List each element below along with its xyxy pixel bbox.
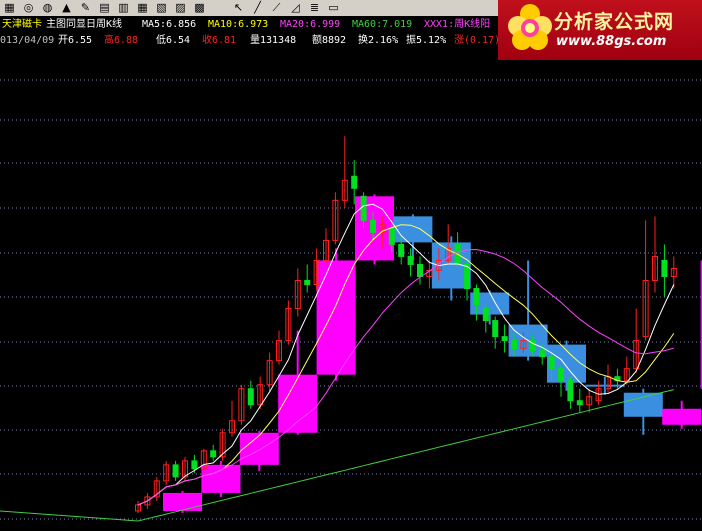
daily-candle-body bbox=[511, 340, 517, 350]
low-price: 低6.54 bbox=[156, 35, 191, 46]
line-icon[interactable]: ╱ bbox=[250, 1, 265, 15]
logo-title: 分析家公式网 bbox=[554, 11, 675, 33]
pen-icon[interactable]: ✎ bbox=[78, 1, 93, 15]
daily-candle-body bbox=[492, 320, 499, 338]
ma10-line bbox=[137, 224, 675, 506]
ma60-line bbox=[0, 389, 674, 522]
fan-icon[interactable]: ◿ bbox=[288, 1, 303, 15]
daily-candle-body bbox=[501, 336, 508, 342]
weekly-candle-body bbox=[585, 384, 625, 387]
grid-icon-5[interactable]: ▨ bbox=[173, 1, 188, 15]
weekly-candle-body bbox=[201, 464, 241, 493]
open-price: 开6.55 bbox=[58, 35, 93, 46]
daily-candle-body bbox=[304, 279, 311, 285]
amount-value: 额8892 bbox=[312, 35, 347, 46]
daily-candle-body bbox=[247, 388, 254, 406]
daily-candle-body bbox=[661, 259, 668, 277]
daily-candle-body bbox=[558, 368, 564, 382]
daily-candle-body bbox=[398, 243, 405, 257]
ma20-value: MA20:6.999 bbox=[280, 19, 341, 30]
grid-icon-3[interactable]: ▦ bbox=[135, 1, 150, 15]
weekly-candle-body bbox=[239, 432, 279, 465]
grid-icon[interactable]: ▤ bbox=[97, 1, 112, 15]
daily-candle-body bbox=[473, 287, 480, 306]
chart-mode-label: 主图同显日周K线 bbox=[46, 19, 123, 30]
ma10-value: MA10:6.973 bbox=[208, 19, 269, 30]
weekly-candle-body bbox=[316, 260, 356, 375]
rect-icon[interactable]: ▭ bbox=[326, 1, 341, 15]
daily-candle-body bbox=[191, 460, 198, 470]
grid-icon-6[interactable]: ▩ bbox=[192, 1, 207, 15]
weekly-candle-body bbox=[662, 408, 702, 425]
daily-candle-body bbox=[388, 227, 395, 245]
stock-name[interactable]: 天津磁卡 bbox=[2, 17, 42, 33]
weekly-candle-body bbox=[163, 492, 202, 511]
ray-icon[interactable]: ⟋ bbox=[269, 1, 284, 15]
weekly-candle-body bbox=[623, 392, 663, 417]
quote-date: 2013/04/09 bbox=[0, 35, 55, 46]
xxx1-value: XXX1:周K线阳 bbox=[424, 19, 491, 30]
high-price: 高6.88 bbox=[104, 35, 139, 46]
daily-candle-body bbox=[370, 219, 376, 233]
search-icon[interactable]: ◎ bbox=[21, 1, 36, 15]
alert-icon[interactable]: ▲ bbox=[59, 1, 74, 15]
chart-icon[interactable]: ▦ bbox=[2, 1, 17, 15]
ma5-line bbox=[137, 203, 675, 506]
close-price: 收6.81 bbox=[202, 35, 237, 46]
change-value: 涨(0.17) bbox=[454, 35, 501, 46]
flower-logo-icon bbox=[508, 4, 552, 50]
ma60-value: MA60:7.019 bbox=[352, 19, 413, 30]
daily-candle-body bbox=[548, 356, 555, 370]
daily-candle-body bbox=[482, 308, 489, 322]
amplitude-value: 振5.12% bbox=[406, 35, 447, 46]
cursor-icon[interactable]: ↖ bbox=[231, 1, 246, 15]
weekly-candle-body bbox=[278, 374, 318, 433]
daily-candle-body bbox=[567, 380, 574, 402]
grid-icon-2[interactable]: ▥ bbox=[116, 1, 131, 15]
channel-icon[interactable]: ≣ bbox=[307, 1, 322, 15]
daily-candle-body bbox=[417, 263, 423, 277]
daily-candle-body bbox=[539, 350, 546, 358]
daily-candle-body bbox=[172, 464, 179, 478]
palette-icon[interactable]: ◍ bbox=[40, 1, 55, 15]
weekly-candle-body bbox=[393, 216, 433, 243]
daily-candle-body bbox=[351, 175, 358, 189]
kline-chart[interactable] bbox=[0, 0, 702, 531]
daily-candle-body bbox=[360, 195, 367, 221]
daily-candle-body bbox=[210, 450, 217, 458]
daily-candle-body bbox=[576, 400, 583, 406]
site-logo: 分析家公式网 www.88gs.com bbox=[498, 0, 702, 60]
grid-icon-4[interactable]: ▧ bbox=[154, 1, 169, 15]
daily-candle-body bbox=[407, 255, 414, 265]
ma5-value: MA5:6.856 bbox=[142, 19, 197, 30]
volume-value: 量131348 bbox=[250, 35, 297, 46]
turnover-value: 换2.16% bbox=[358, 35, 399, 46]
logo-url[interactable]: www.88gs.com bbox=[556, 34, 666, 49]
